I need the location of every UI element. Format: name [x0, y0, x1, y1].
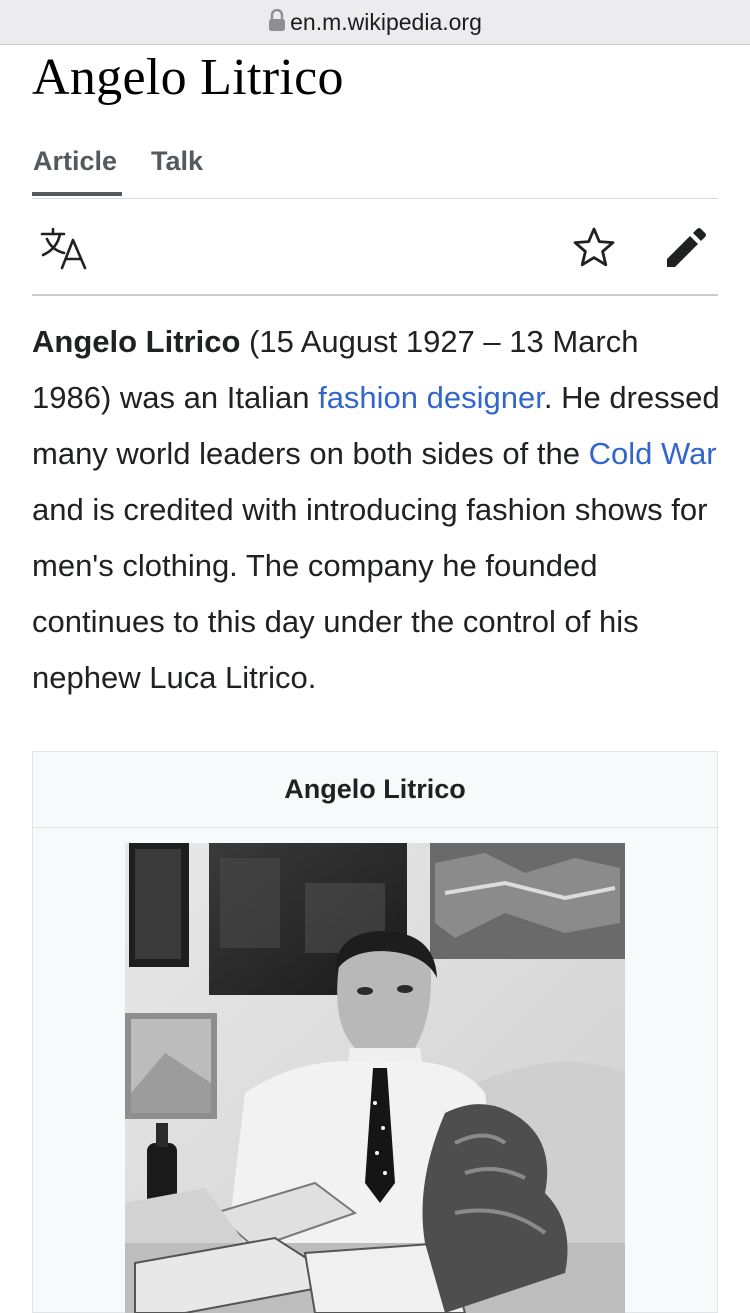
lead-paragraph: Angelo Litrico (15 August 1927 – 13 Marc…	[32, 314, 722, 706]
page-tabs: Article Talk	[32, 136, 718, 199]
page-actions-toolbar	[32, 198, 718, 296]
portrait-photo[interactable]	[125, 843, 625, 1313]
pencil-icon[interactable]	[664, 226, 708, 270]
url-text: en.m.wikipedia.org	[290, 8, 482, 35]
lead-text-3: and is credited with introducing fashion…	[32, 492, 708, 695]
infobox-title: Angelo Litrico	[33, 752, 717, 828]
active-tab-indicator	[32, 192, 122, 196]
tab-talk[interactable]: Talk	[151, 146, 203, 177]
language-icon[interactable]	[40, 226, 90, 270]
lock-icon	[269, 9, 286, 31]
tab-article[interactable]: Article	[33, 146, 117, 177]
link-cold-war[interactable]: Cold War	[589, 436, 717, 471]
star-icon[interactable]	[572, 226, 616, 270]
infobox: Angelo Litrico	[32, 751, 718, 1313]
page-title: Angelo Litrico	[32, 49, 344, 106]
link-fashion-designer[interactable]: fashion designer	[318, 380, 544, 415]
article-subject: Angelo Litrico	[32, 324, 241, 359]
browser-url-bar[interactable]: en.m.wikipedia.org	[0, 0, 750, 45]
